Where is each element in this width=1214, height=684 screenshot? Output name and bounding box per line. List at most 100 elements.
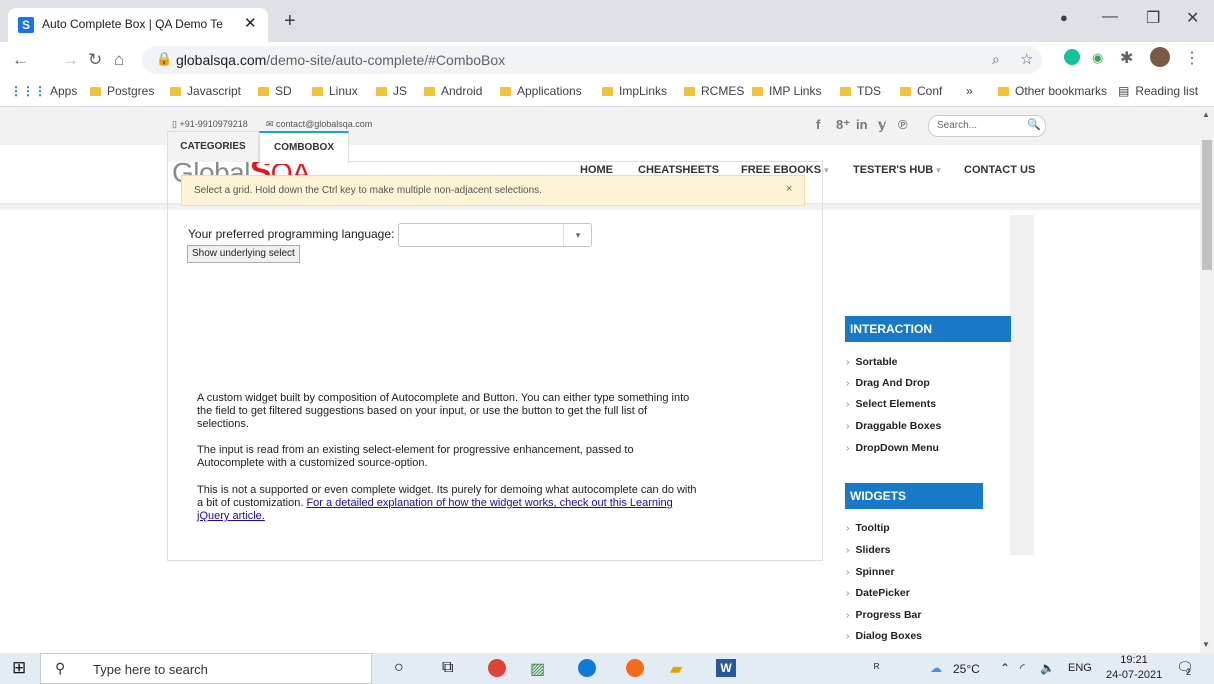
more-bookmarks-icon[interactable]: » xyxy=(966,84,973,98)
combobox-toggle-button[interactable]: ▾ xyxy=(563,224,592,246)
sidebar-item-sortable[interactable]: › Sortable xyxy=(846,356,898,368)
scrollbar-thumb[interactable] xyxy=(1202,140,1212,270)
cortana-icon[interactable]: ○ xyxy=(394,659,404,677)
bookmark-implinks[interactable]: ImpLinks xyxy=(602,84,667,98)
weather-icon[interactable]: ☁ xyxy=(930,661,942,675)
bookmark-other[interactable]: Other bookmarks xyxy=(998,84,1107,98)
reading-list-icon: ▤ xyxy=(1118,84,1130,98)
linkedin-icon[interactable]: in xyxy=(856,117,868,132)
twitter-icon[interactable]: 𝕪 xyxy=(878,117,886,133)
browser-tab[interactable]: S Auto Complete Box | QA Demo Te ✕ xyxy=(8,8,268,42)
notification-icon[interactable]: 🗨 xyxy=(1176,659,1194,676)
tab-title: Auto Complete Box | QA Demo Te xyxy=(42,17,223,31)
reload-icon[interactable]: ↻ xyxy=(88,50,102,70)
bookmark-imp-links[interactable]: IMP Links xyxy=(752,84,821,98)
nav-testers-hub[interactable]: TESTER'S HUB ▾ xyxy=(853,164,941,176)
windows-taskbar: ⊞ ⚲ Type here to search ○ ⧉ ▨ ▰ W ᴿ ☁ 25… xyxy=(0,653,1214,684)
extension-icon[interactable]: ◉ xyxy=(1092,50,1103,66)
scroll-down-icon[interactable]: ▼ xyxy=(1202,640,1210,649)
tab-close-icon[interactable]: ✕ xyxy=(244,14,257,32)
language-combobox[interactable]: ▾ xyxy=(398,223,592,247)
address-bar[interactable]: 🔒 globalsqa.com/demo-site/auto-complete/… xyxy=(142,46,1042,74)
email-contact[interactable]: ✉ contact@globalsqa.com xyxy=(266,119,372,130)
pinterest-icon[interactable]: ℗ xyxy=(898,117,908,132)
minimize-icon[interactable]: — xyxy=(1102,8,1118,26)
bookmark-android[interactable]: Android xyxy=(424,84,482,98)
home-icon[interactable]: ⌂ xyxy=(114,50,124,70)
bookmark-javascript[interactable]: Javascript xyxy=(170,84,241,98)
sidebar-item-draggable-boxes[interactable]: › Draggable Boxes xyxy=(846,420,941,432)
network-icon[interactable]: ◜ xyxy=(1020,661,1025,675)
chevron-right-icon: › xyxy=(846,609,850,621)
bookmark-applications[interactable]: Applications xyxy=(500,84,582,98)
chevron-right-icon: › xyxy=(846,356,850,368)
browser-tab-strip: S Auto Complete Box | QA Demo Te ✕ + ● —… xyxy=(0,0,1214,42)
windows-start-icon[interactable]: ⊞ xyxy=(12,658,26,678)
chrome-icon[interactable] xyxy=(488,659,506,677)
input-language[interactable]: ENG xyxy=(1068,662,1092,674)
sidebar-item-sliders[interactable]: › Sliders xyxy=(846,544,891,556)
back-icon[interactable]: ← xyxy=(12,50,29,70)
temperature[interactable]: 25°C xyxy=(953,662,980,676)
star-icon[interactable]: ☆ xyxy=(1020,50,1033,68)
tray-chevron-icon[interactable]: ⌃ xyxy=(1000,661,1010,675)
google-plus-icon[interactable]: 8⁺ xyxy=(836,117,850,133)
sidebar-item-dropdown-menu[interactable]: › DropDown Menu xyxy=(846,442,939,454)
reading-list[interactable]: ▤ Reading list xyxy=(1118,84,1198,98)
combobox-input[interactable] xyxy=(401,226,565,244)
sidebar-widgets-heading: WIDGETS xyxy=(845,483,983,509)
puzzle-icon[interactable]: ✱ xyxy=(1120,48,1133,68)
taskbar-search-input[interactable]: ⚲ Type here to search xyxy=(40,653,372,684)
window-close-icon[interactable]: ✕ xyxy=(1186,8,1199,28)
scroll-up-icon[interactable]: ▲ xyxy=(1202,110,1210,119)
sidebar-item-datepicker[interactable]: › DatePicker xyxy=(846,587,910,599)
people-icon[interactable]: ᴿ xyxy=(874,661,879,675)
new-tab-button[interactable]: + xyxy=(284,10,296,33)
bookmark-conf[interactable]: Conf xyxy=(900,84,942,98)
nav-contact-us[interactable]: CONTACT US xyxy=(964,164,1035,176)
avatar[interactable] xyxy=(1150,47,1170,67)
sidebar-item-dialog-boxes[interactable]: › Dialog Boxes xyxy=(846,630,922,642)
search-icon[interactable]: 🔍 xyxy=(1027,118,1041,131)
restore-icon[interactable]: ❐ xyxy=(1146,8,1160,28)
description-paragraph-3: This is not a supported or even complete… xyxy=(197,484,697,522)
menu-icon[interactable]: ⋮ xyxy=(1184,48,1200,68)
file-explorer-icon[interactable]: ▰ xyxy=(670,659,682,679)
lock-icon: 🔒 xyxy=(156,51,173,66)
clock-time[interactable]: 19:21 xyxy=(1106,654,1162,666)
volume-icon[interactable]: 🔈 xyxy=(1040,661,1055,675)
bookmark-postgres[interactable]: Postgres xyxy=(90,84,154,98)
site-search-input[interactable]: Search... 🔍 xyxy=(928,115,1046,137)
sidebar-item-progress-bar[interactable]: › Progress Bar xyxy=(846,609,921,621)
url-text[interactable]: globalsqa.com/demo-site/auto-complete/#C… xyxy=(176,52,505,68)
word-icon[interactable]: W xyxy=(716,659,736,677)
app-icon[interactable]: ▨ xyxy=(530,659,545,679)
sidebar-item-select-elements[interactable]: › Select Elements xyxy=(846,398,936,410)
sidebar-item-tooltip[interactable]: › Tooltip xyxy=(846,522,890,534)
firefox-icon[interactable] xyxy=(626,659,644,677)
zoom-icon[interactable]: ⌕ xyxy=(992,51,1000,68)
sidebar-item-spinner[interactable]: › Spinner xyxy=(846,566,895,578)
sidebar-item-drag-and-drop[interactable]: › Drag And Drop xyxy=(846,377,930,389)
bookmark-js[interactable]: JS xyxy=(376,84,407,98)
edge-icon[interactable] xyxy=(578,659,596,677)
facebook-icon[interactable]: f xyxy=(816,117,820,132)
grammarly-icon[interactable] xyxy=(1064,49,1080,65)
clock-date[interactable]: 24-07-2021 xyxy=(1106,669,1162,681)
show-underlying-select-button[interactable]: Show underlying select xyxy=(187,245,300,263)
profile-dot-icon[interactable]: ● xyxy=(1060,10,1068,25)
bookmark-sd[interactable]: SD xyxy=(258,84,292,98)
bookmark-linux[interactable]: Linux xyxy=(312,84,358,98)
chevron-right-icon: › xyxy=(846,566,850,578)
bookmark-apps[interactable]: ⋮⋮⋮ Apps xyxy=(10,84,77,98)
bookmark-tds[interactable]: TDS xyxy=(840,84,881,98)
demo-tab-bar: CATEGORIES COMBOBOX xyxy=(167,131,821,164)
description-paragraph-1: A custom widget built by composition of … xyxy=(197,392,690,430)
browser-toolbar: ← → ↻ ⌂ 🔒 globalsqa.com/demo-site/auto-c… xyxy=(0,42,1214,78)
forward-icon[interactable]: → xyxy=(62,50,79,70)
sidebar-interaction-heading: INTERACTION xyxy=(845,316,1011,342)
bookmark-rcmes[interactable]: RCMES xyxy=(684,84,744,98)
task-view-icon[interactable]: ⧉ xyxy=(442,659,453,677)
alert-close-icon[interactable]: × xyxy=(786,183,792,195)
tab-categories[interactable]: CATEGORIES xyxy=(167,131,259,162)
